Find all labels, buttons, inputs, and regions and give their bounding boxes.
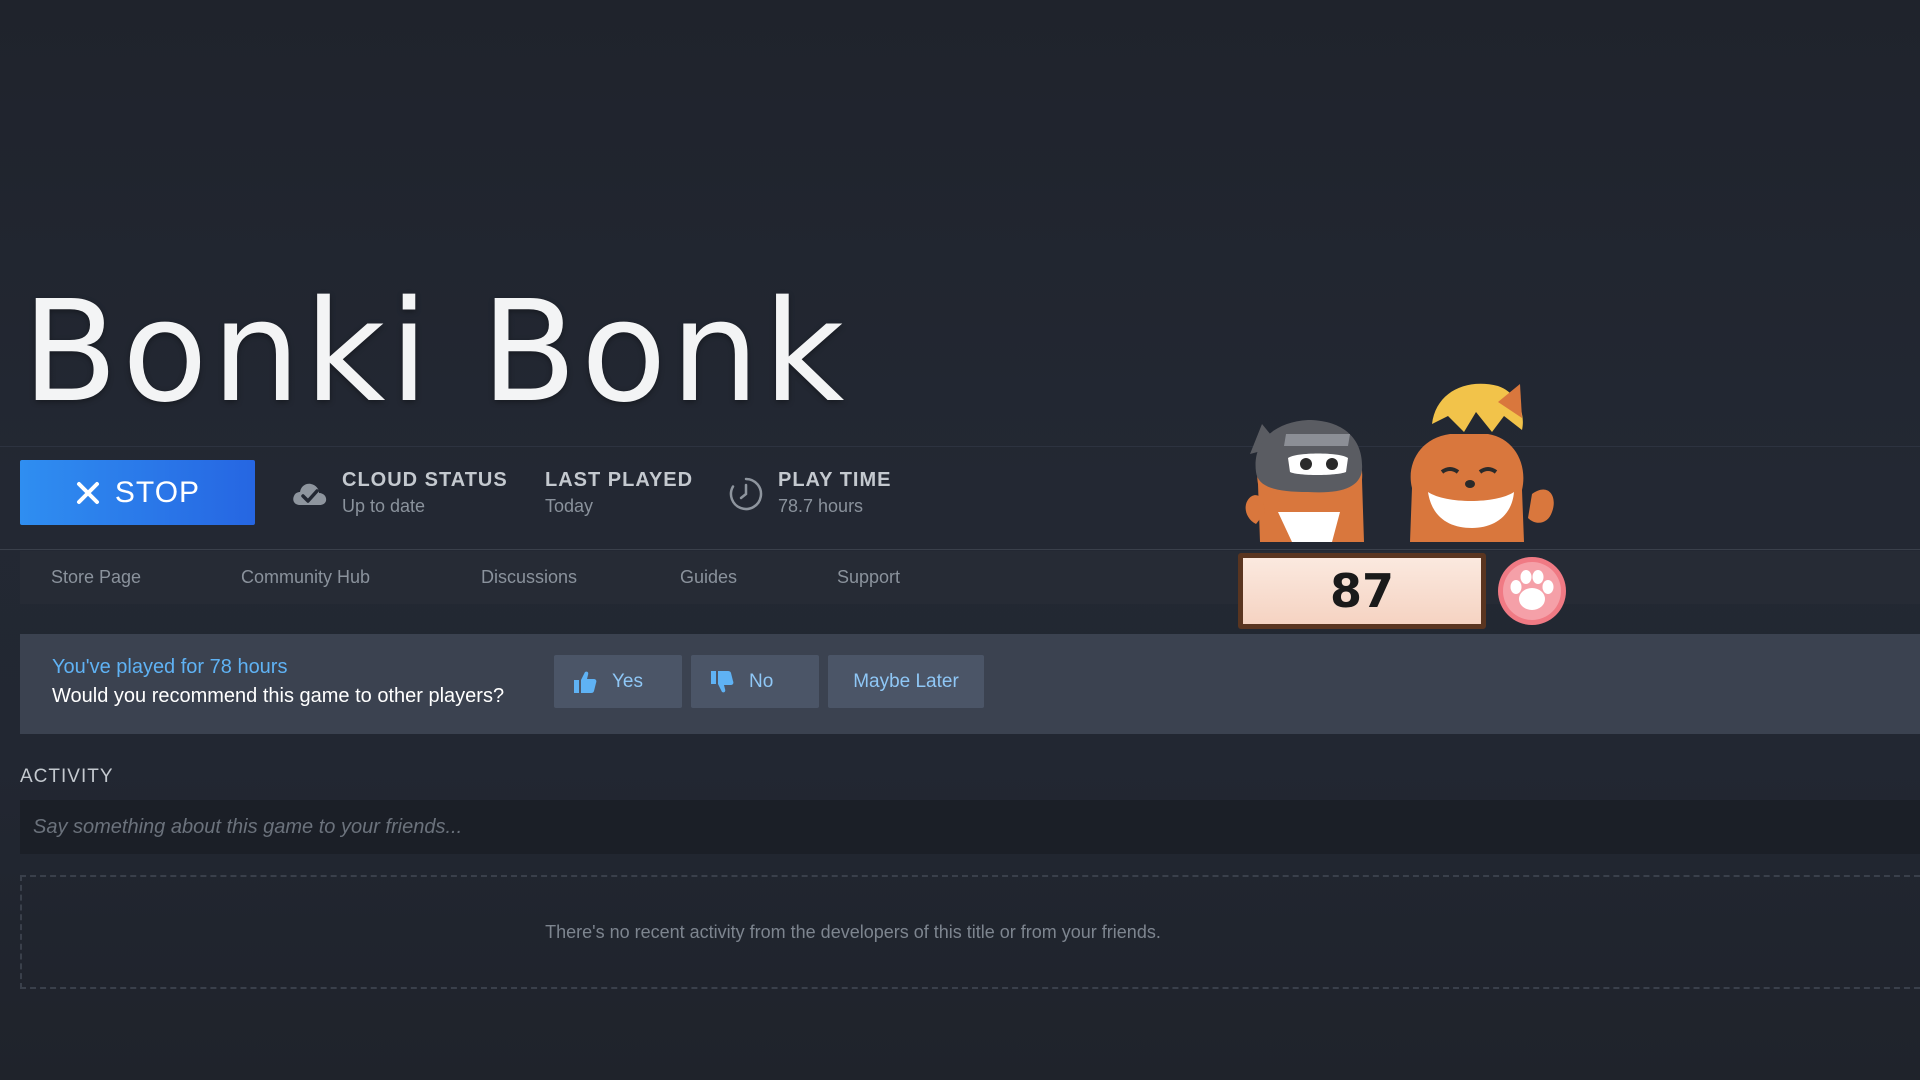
last-played-label: LAST PLAYED [545, 469, 694, 491]
activity-empty-message: There's no recent activity from the deve… [545, 921, 1161, 942]
cloud-check-icon [293, 483, 327, 505]
recommend-no-button[interactable]: No [691, 655, 819, 708]
cloud-status: CLOUD STATUS Up to date [290, 468, 508, 518]
last-played: LAST PLAYED Today [545, 468, 693, 518]
nav-store-page[interactable]: Store Page [51, 567, 141, 588]
counter-display: 87 [1238, 553, 1486, 629]
play-time-label: PLAY TIME [778, 469, 892, 491]
nav-support[interactable]: Support [837, 567, 900, 588]
activity-post-input[interactable] [20, 800, 1920, 854]
thumbs-up-icon [574, 671, 597, 693]
stop-label: STOP [114, 475, 201, 509]
thumbs-down-icon [711, 670, 734, 692]
activity-empty-state: There's no recent activity from the deve… [20, 875, 1920, 989]
shiba-dog-character [1410, 383, 1554, 542]
nav-divider [0, 549, 1920, 550]
title-divider [0, 446, 1920, 447]
cloud-status-value: Up to date [342, 496, 426, 516]
maybe-later-label: Maybe Later [853, 670, 959, 692]
cloud-status-label: CLOUD STATUS [342, 469, 508, 491]
game-nav-bar: Store Page Community Hub Discussions Gui… [20, 551, 1920, 604]
play-time: PLAY TIME 78.7 hours [726, 468, 891, 518]
close-icon [76, 481, 99, 504]
no-label: No [749, 670, 774, 692]
mascot-characters [1245, 383, 1554, 542]
yes-label: Yes [612, 670, 643, 692]
review-prompt-panel: You've played for 78 hours Would you rec… [20, 634, 1920, 734]
played-hours-text: You've played for 78 hours [52, 656, 288, 678]
clock-icon [729, 477, 763, 511]
nav-guides[interactable]: Guides [680, 567, 737, 588]
activity-header: ACTIVITY [20, 766, 114, 787]
recommend-question: Would you recommend this game to other p… [52, 685, 505, 707]
maybe-later-button[interactable]: Maybe Later [828, 655, 984, 708]
game-title: Bonki Bonk [22, 271, 849, 434]
recommend-yes-button[interactable]: Yes [554, 655, 682, 708]
ninja-dog-character [1245, 420, 1364, 542]
nav-discussions[interactable]: Discussions [481, 567, 577, 588]
nav-community-hub[interactable]: Community Hub [241, 567, 370, 588]
last-played-value: Today [545, 496, 594, 516]
stop-button[interactable]: STOP [20, 460, 255, 525]
paw-icon[interactable] [1494, 553, 1570, 629]
play-time-value: 78.7 hours [778, 496, 864, 516]
